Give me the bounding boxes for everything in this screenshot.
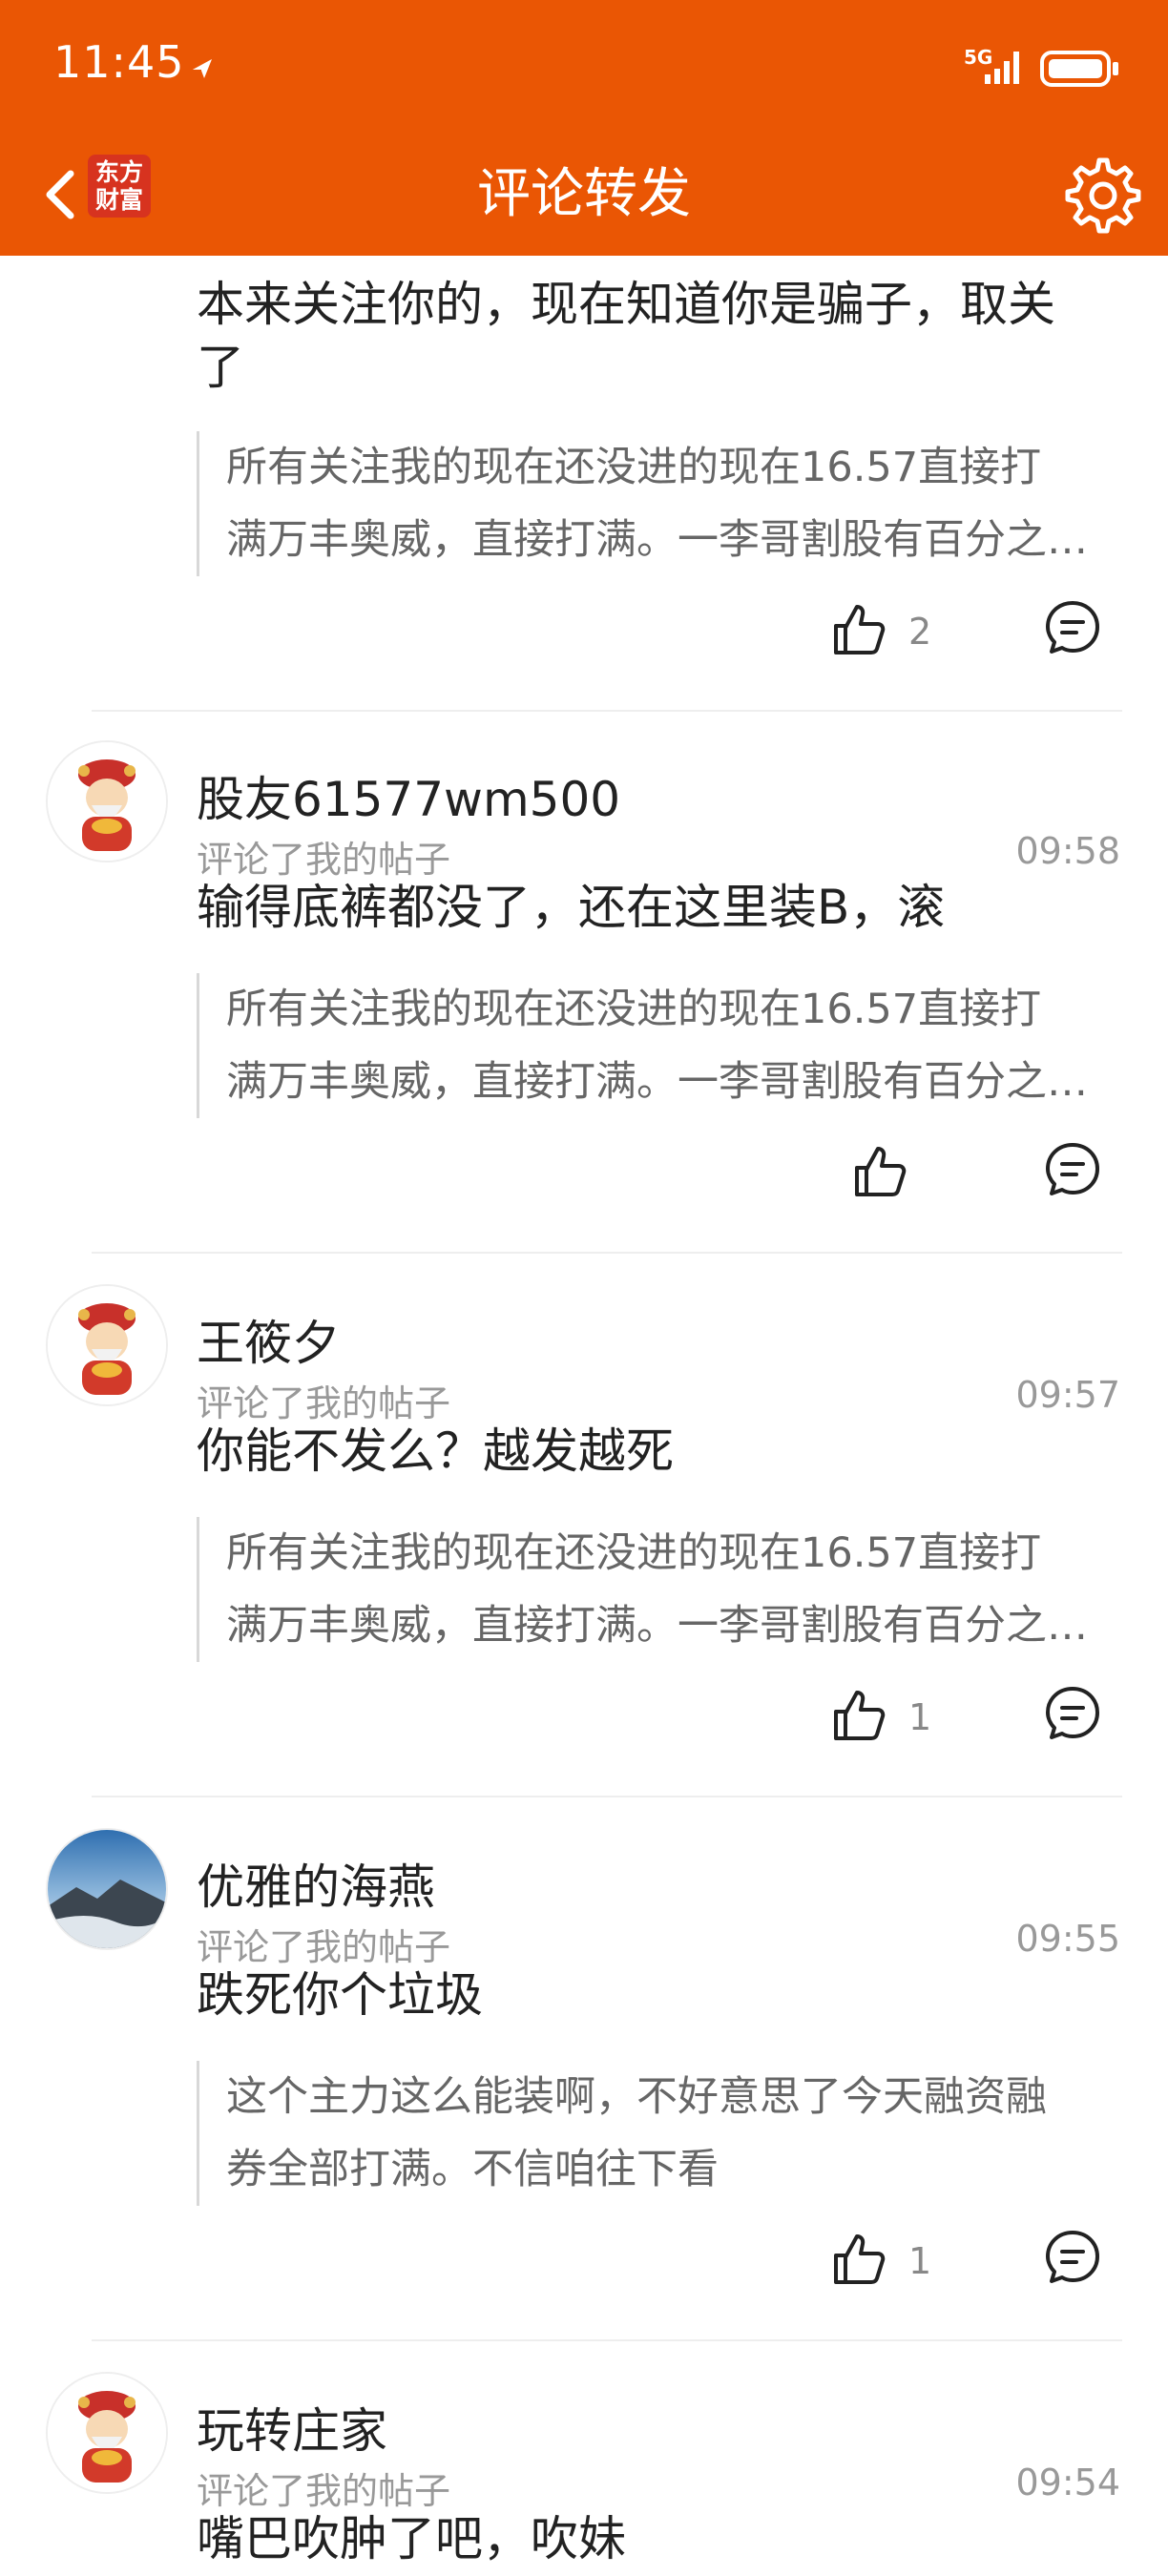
username[interactable]: 优雅的海燕 [197,1849,435,1918]
quote-line: 所有关注我的现在还没进的现在16.57直接打 [226,444,1042,491]
quote-line: 券全部打满。不信咱往下看 [226,2146,719,2193]
timestamp: 09:58 [1015,830,1120,872]
quote-line: 这个主力这么能装啊，不好意思了今天融资融 [226,2073,1047,2121]
divider [92,1252,1122,1254]
comment-text: 输得底裤都没了，还在这里装B，滚 [197,880,946,935]
thumbs-up-icon [855,1147,907,1196]
action-label: 评论了我的帖子 [197,2470,451,2512]
status-time: 11:45 [53,36,185,88]
divider [92,1796,1122,1797]
quote-line: 满万丰奥威，直接打满。一李哥割股有百分之… [226,516,1088,564]
divider [92,710,1122,712]
comment-text: 你能不发么？越发越死 [197,1423,674,1479]
like-button[interactable]: 1 [828,1685,971,1752]
quoted-post[interactable]: 所有关注我的现在还没进的现在16.57直接打 满万丰奥威，直接打满。一李哥割股有… [197,1517,1122,1662]
avatar[interactable] [46,1284,168,1406]
thumbs-up-icon [834,2234,886,2284]
thumbs-up-icon [834,1691,886,1740]
quoted-post[interactable]: 所有关注我的现在还没进的现在16.57直接打 满万丰奥威，直接打满。一李哥割股有… [197,973,1122,1118]
comment-icon[interactable] [1042,597,1103,658]
comment-icon[interactable] [1042,1683,1103,1744]
top-bar: 11:45 5G 东方 财富 评论转发 [0,0,1168,256]
like-count: 1 [908,2240,932,2282]
quoted-post[interactable]: 所有关注我的现在还没进的现在16.57直接打 满万丰奥威，直接打满。一李哥割股有… [197,431,1122,576]
quote-line: 所有关注我的现在还没进的现在16.57直接打 [226,1529,1042,1577]
username[interactable]: 玩转庄家 [197,2393,387,2462]
comment-line: 了 [197,340,244,395]
gear-icon[interactable] [1057,153,1141,237]
avatar[interactable] [46,2372,168,2494]
comment-text: 跌死你个垃圾 [197,1967,483,2023]
status-bar: 11:45 5G [0,0,1168,134]
username[interactable]: 王筱夕 [197,1305,340,1374]
navigation-bar: 东方 财富 评论转发 [0,134,1168,256]
like-button[interactable]: 1 [828,2229,971,2296]
like-count: 1 [908,1696,932,1738]
quoted-post[interactable]: 这个主力这么能装啊，不好意思了今天融资融 券全部打满。不信咱往下看 [197,2061,1122,2206]
divider [92,2339,1122,2341]
comment-text: 嘴巴吹肿了吧，吹妹 [197,2511,626,2566]
like-button[interactable]: 2 [828,599,971,666]
quote-line: 满万丰奥威，直接打满。一李哥割股有百分之… [226,1602,1088,1650]
avatar[interactable] [46,740,168,862]
action-label: 评论了我的帖子 [197,1926,451,1968]
comment-icon[interactable] [1042,1139,1103,1200]
avatar[interactable] [46,1828,168,1950]
timestamp: 09:54 [1015,2462,1120,2503]
comment-icon[interactable] [1042,2227,1103,2288]
comment-text: 本来关注你的，现在知道你是骗子，取关 了 [197,273,1113,399]
battery-icon [1040,51,1118,87]
like-count: 2 [908,611,932,653]
quote-line: 所有关注我的现在还没进的现在16.57直接打 [226,986,1042,1033]
timestamp: 09:57 [1015,1374,1120,1416]
timestamp: 09:55 [1015,1918,1120,1960]
quote-line: 满万丰奥威，直接打满。一李哥割股有百分之… [226,1058,1088,1106]
page-title: 评论转发 [477,163,691,225]
username[interactable]: 股友61577wm500 [197,761,620,830]
like-button[interactable] [849,1141,916,1208]
action-label: 评论了我的帖子 [197,1382,451,1424]
thumbs-up-icon [834,605,886,654]
app-notification-icon [191,59,212,78]
comment-line: 本来关注你的，现在知道你是骗子，取关 [197,277,1055,332]
action-label: 评论了我的帖子 [197,839,451,881]
